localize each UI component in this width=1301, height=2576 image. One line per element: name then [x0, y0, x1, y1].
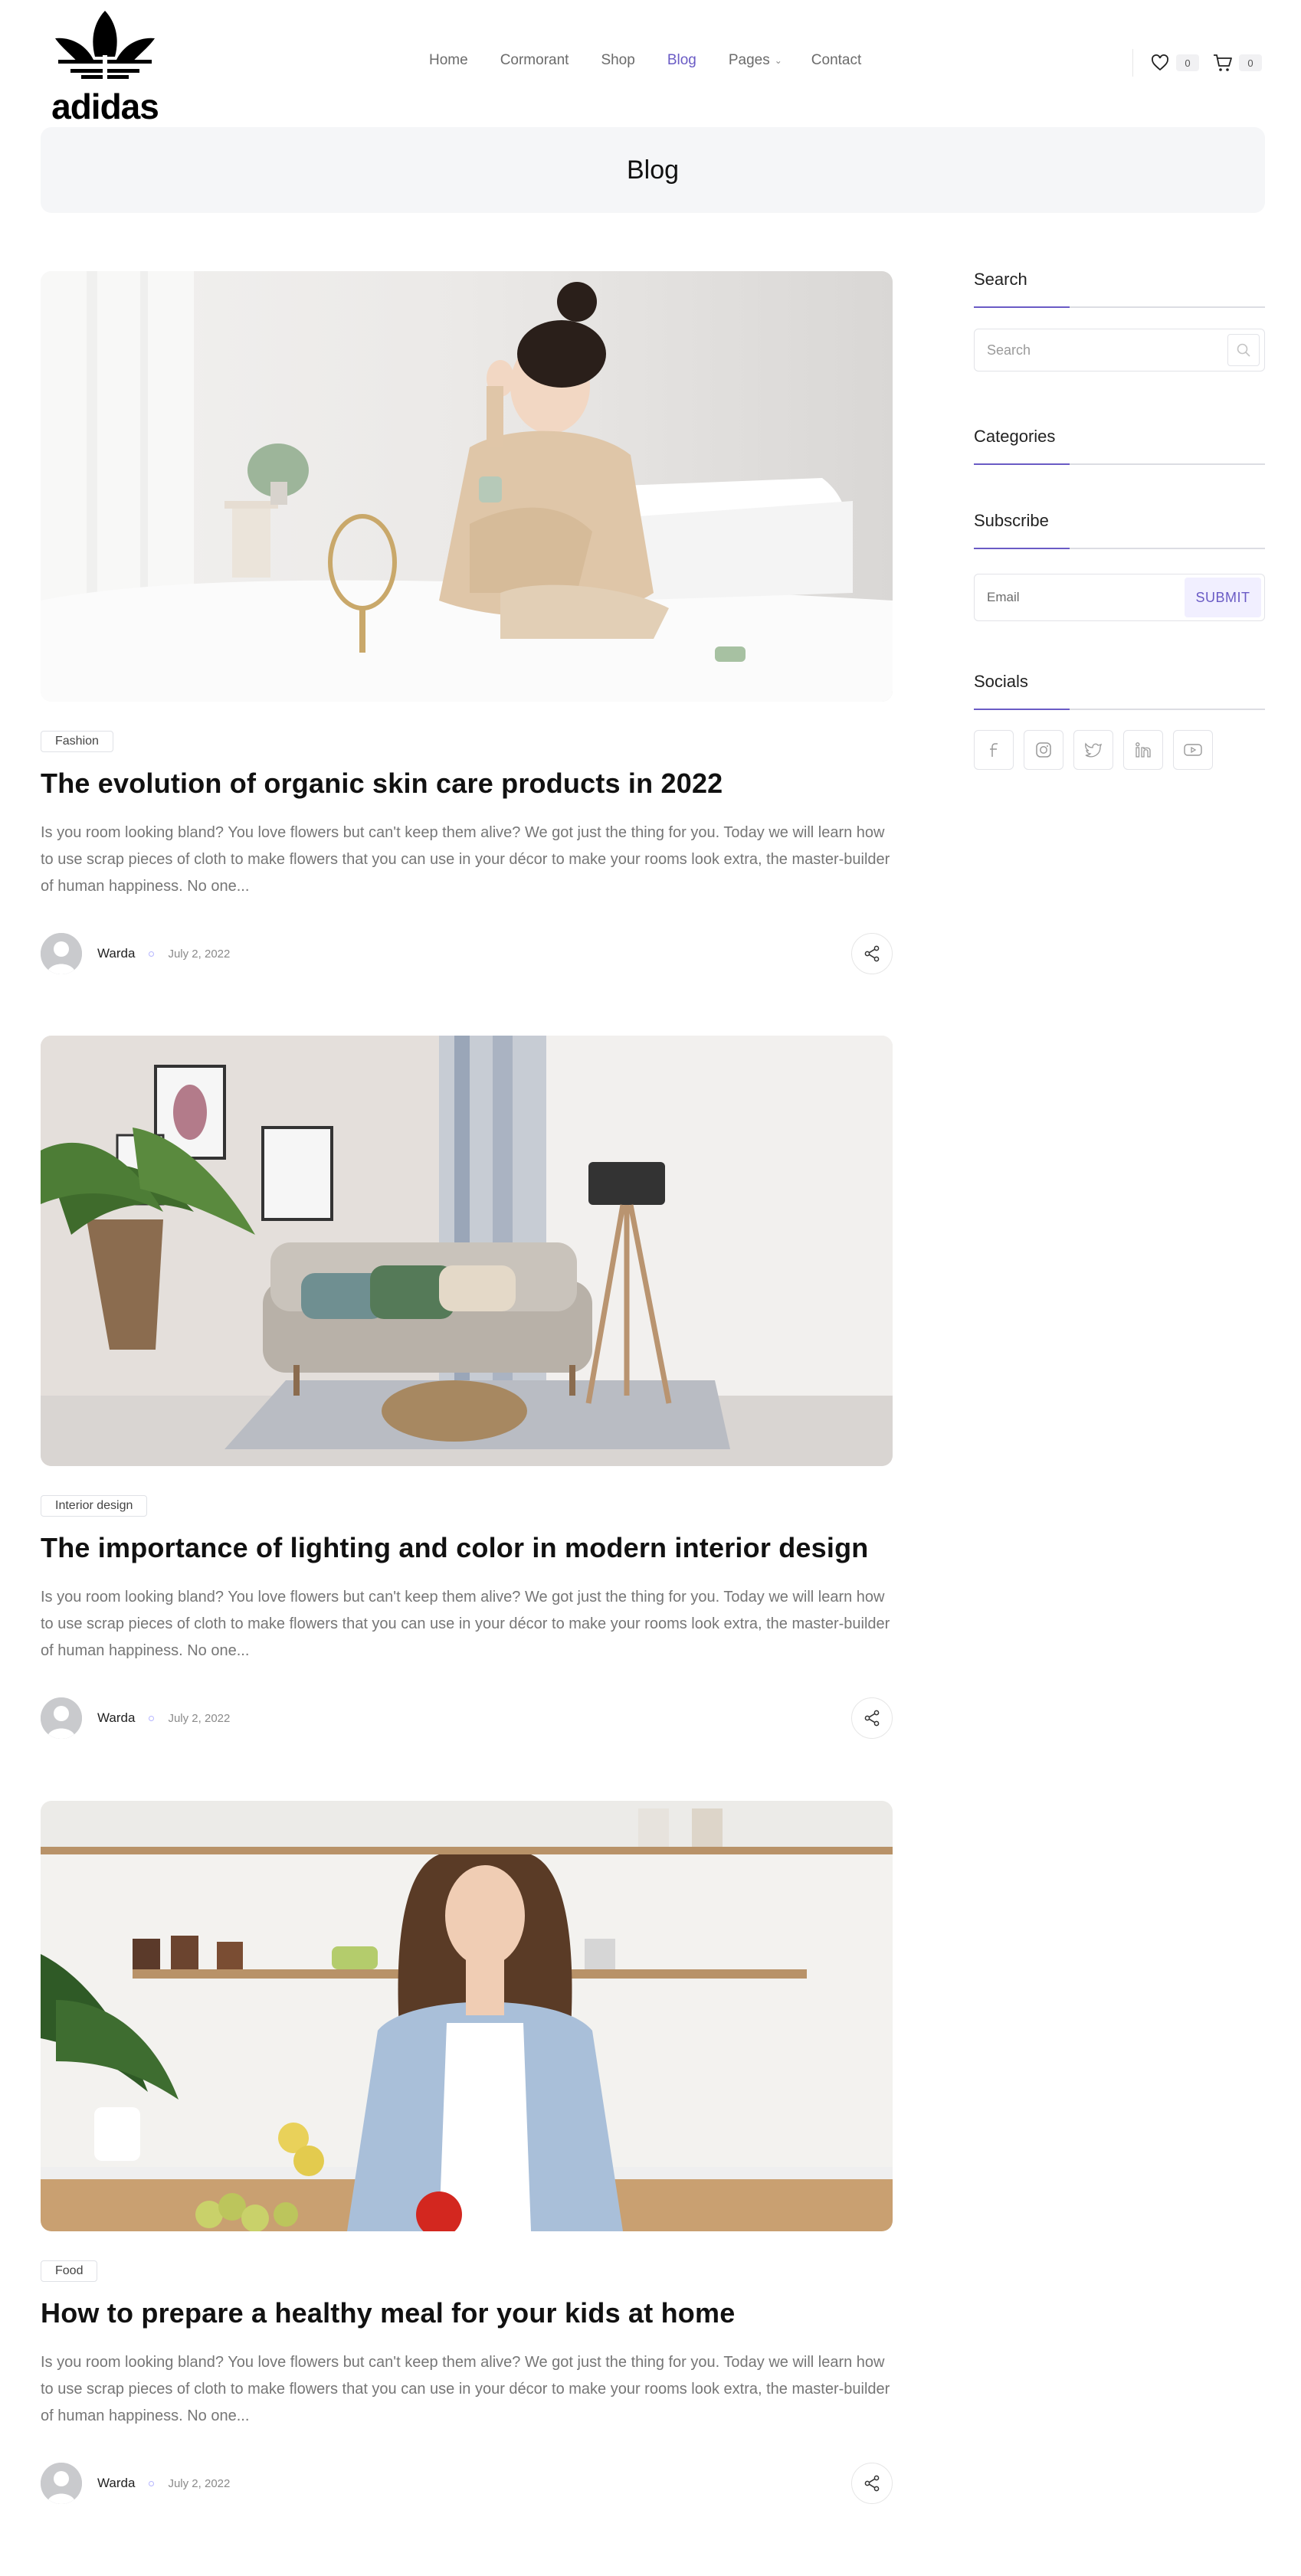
post-date: July 2, 2022 — [168, 947, 231, 961]
avatar[interactable] — [41, 1697, 82, 1739]
search-button[interactable] — [1227, 334, 1260, 366]
post-author[interactable]: Warda — [97, 1710, 135, 1726]
social-links — [974, 730, 1265, 770]
widget-title: Subscribe — [974, 511, 1049, 530]
main-nav: Home Cormorant Shop Blog Pages ⌄ Contact — [429, 52, 893, 69]
search-input[interactable] — [987, 329, 1217, 371]
socials-widget: Socials — [974, 672, 1265, 770]
post-title[interactable]: How to prepare a healthy meal for your k… — [41, 2297, 893, 2329]
search-widget: Search — [974, 270, 1265, 372]
avatar[interactable] — [41, 2463, 82, 2504]
meta-separator — [149, 951, 155, 957]
cart-icon — [1213, 53, 1233, 73]
linkedin-icon — [1136, 742, 1151, 758]
heart-icon — [1150, 53, 1170, 73]
nav-shop[interactable]: Shop — [601, 52, 634, 69]
post-author[interactable]: Warda — [97, 2476, 135, 2491]
page-title: Blog — [626, 155, 680, 185]
nav-pages[interactable]: Pages ⌄ — [729, 52, 782, 69]
categories-widget: Categories — [974, 427, 1265, 465]
post-meta: Warda July 2, 2022 — [41, 932, 893, 975]
post-image[interactable] — [41, 1801, 893, 2231]
nav-home[interactable]: Home — [429, 52, 468, 69]
instagram-link[interactable] — [1024, 730, 1063, 770]
subscribe-widget: Subscribe SUBMIT — [974, 511, 1265, 621]
nav-label: Home — [429, 52, 468, 68]
blog-post: Food How to prepare a healthy meal for y… — [41, 1801, 893, 2505]
nav-contact[interactable]: Contact — [811, 52, 861, 69]
share-button[interactable] — [851, 1697, 893, 1739]
post-excerpt: Is you room looking bland? You love flow… — [41, 1589, 890, 1659]
header-actions: 0 0 — [1132, 49, 1276, 77]
share-icon — [864, 1710, 880, 1727]
twitter-icon — [1085, 742, 1103, 758]
post-category-tag[interactable]: Fashion — [41, 731, 113, 752]
youtube-link[interactable] — [1173, 730, 1213, 770]
blog-post: Interior design The importance of lighti… — [41, 1036, 893, 1740]
instagram-icon — [1036, 742, 1051, 758]
subscribe-form: SUBMIT — [974, 574, 1265, 621]
facebook-icon — [990, 743, 998, 757]
logo-wordmark: adidas — [51, 87, 159, 126]
meta-separator — [149, 2480, 155, 2486]
widget-title: Socials — [974, 672, 1028, 691]
post-date: July 2, 2022 — [168, 1711, 231, 1725]
chevron-down-icon: ⌄ — [774, 55, 782, 66]
post-meta: Warda July 2, 2022 — [41, 2462, 893, 2505]
widget-divider — [974, 709, 1265, 710]
wishlist-count-badge: 0 — [1176, 54, 1199, 71]
twitter-link[interactable] — [1073, 730, 1113, 770]
avatar[interactable] — [41, 933, 82, 974]
widget-divider — [974, 548, 1265, 549]
nav-blog[interactable]: Blog — [667, 52, 696, 69]
nav-label: Blog — [667, 52, 696, 68]
widget-divider — [974, 463, 1265, 465]
widget-title: Categories — [974, 427, 1056, 446]
post-category-tag[interactable]: Interior design — [41, 1495, 148, 1517]
page-title-bar: Blog — [41, 127, 1265, 213]
youtube-icon — [1184, 744, 1202, 756]
cart-button[interactable]: 0 — [1213, 53, 1262, 73]
search-box — [974, 329, 1265, 372]
blog-post: Fashion The evolution of organic skin ca… — [41, 271, 893, 975]
nav-label: Pages — [728, 52, 770, 68]
post-excerpt: Is you room looking bland? You love flow… — [41, 2354, 890, 2424]
post-category-tag[interactable]: Food — [41, 2260, 98, 2282]
facebook-link[interactable] — [974, 730, 1014, 770]
site-header: adidas Home Cormorant Shop Blog Pages ⌄ … — [0, 0, 1301, 126]
post-date: July 2, 2022 — [168, 2476, 231, 2490]
nav-label: Shop — [601, 52, 635, 68]
share-button[interactable] — [851, 933, 893, 974]
share-button[interactable] — [851, 2463, 893, 2504]
post-title[interactable]: The importance of lighting and color in … — [41, 1532, 893, 1564]
post-image[interactable] — [41, 271, 893, 702]
brand-logo[interactable]: adidas — [48, 9, 162, 126]
wishlist-button[interactable]: 0 — [1150, 53, 1199, 73]
adidas-trefoil-icon — [52, 11, 158, 81]
post-excerpt: Is you room looking bland? You love flow… — [41, 824, 890, 895]
post-image[interactable] — [41, 1036, 893, 1466]
nav-label: Cormorant — [500, 52, 569, 68]
linkedin-link[interactable] — [1123, 730, 1163, 770]
share-icon — [864, 945, 880, 962]
nav-cormorant[interactable]: Cormorant — [500, 52, 569, 69]
search-icon — [1237, 343, 1250, 357]
widget-title: Search — [974, 270, 1027, 289]
widget-divider — [974, 306, 1265, 308]
meta-separator — [149, 1715, 155, 1721]
nav-label: Contact — [811, 52, 862, 68]
cart-count-badge: 0 — [1239, 54, 1262, 71]
post-meta: Warda July 2, 2022 — [41, 1697, 893, 1740]
post-title[interactable]: The evolution of organic skin care produ… — [41, 768, 893, 800]
sidebar: Search Categories Subscribe SUBMIT Socia… — [974, 270, 1265, 770]
subscribe-submit-button[interactable]: SUBMIT — [1185, 578, 1261, 617]
post-author[interactable]: Warda — [97, 946, 135, 961]
email-field[interactable] — [987, 574, 1178, 620]
share-icon — [864, 2475, 880, 2492]
